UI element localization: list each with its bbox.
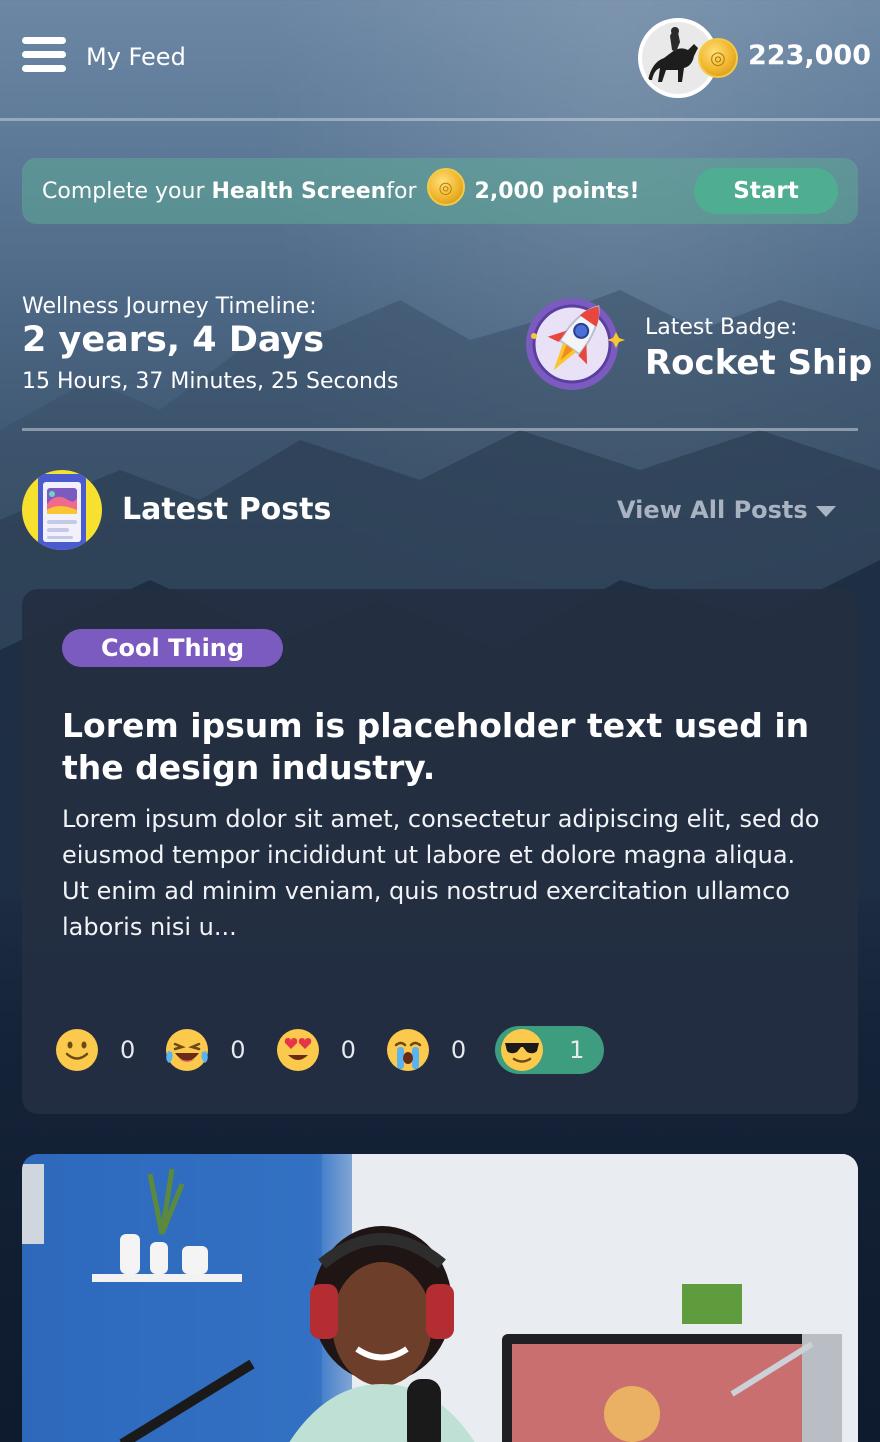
timeline-duration: 2 years, 4 Days bbox=[22, 320, 325, 360]
app-header: My Feed ◎ 223,000 bbox=[0, 0, 880, 121]
post-title[interactable]: Lorem ipsum is placeholder text used in … bbox=[62, 705, 832, 789]
post-image-card[interactable] bbox=[22, 1154, 858, 1442]
page-title: My Feed bbox=[86, 43, 186, 71]
post-card[interactable]: Cool Thing Lorem ipsum is placeholder te… bbox=[22, 589, 858, 1114]
reaction-count: 0 bbox=[340, 1036, 356, 1064]
laughing-emoji-icon bbox=[166, 1029, 209, 1071]
health-screen-banner: Complete your Health Screen for ◎ 2,000 … bbox=[22, 158, 858, 224]
reaction-crying[interactable]: 0 bbox=[385, 1027, 495, 1073]
timeline-label: Wellness Journey Timeline: bbox=[22, 294, 317, 319]
chevron-down-icon[interactable] bbox=[816, 506, 836, 517]
banner-points: 2,000 points! bbox=[474, 178, 640, 204]
reaction-bar: 0 0 0 0 1 bbox=[54, 1025, 605, 1075]
reaction-sunglasses[interactable]: 1 bbox=[495, 1026, 605, 1074]
badge-label: Latest Badge: bbox=[645, 315, 798, 340]
sunglasses-emoji-icon bbox=[501, 1029, 544, 1071]
reaction-count: 0 bbox=[450, 1036, 467, 1064]
reaction-laughing[interactable]: 0 bbox=[164, 1027, 274, 1073]
reaction-count: 0 bbox=[230, 1036, 246, 1064]
latest-posts-heading: Latest Posts bbox=[122, 492, 332, 527]
reaction-heart-eyes[interactable]: 0 bbox=[275, 1027, 385, 1073]
post-tag: Cool Thing bbox=[62, 629, 283, 667]
coin-icon: ◎ bbox=[426, 168, 465, 206]
crying-emoji-icon bbox=[386, 1029, 429, 1071]
banner-text: Complete your Health Screen for ◎ 2,000 … bbox=[42, 168, 640, 206]
timeline-detail: 15 Hours, 37 Minutes, 25 Seconds bbox=[22, 369, 399, 394]
post-excerpt: Lorem ipsum dolor sit amet, consectetur … bbox=[62, 805, 820, 941]
reaction-count: 1 bbox=[569, 1036, 585, 1064]
header-divider bbox=[0, 118, 880, 121]
points-total: 223,000 bbox=[748, 40, 871, 71]
banner-prefix: Complete your bbox=[42, 178, 205, 204]
badge-name: Rocket Ship bbox=[645, 343, 873, 383]
section-divider bbox=[22, 428, 858, 431]
menu-icon[interactable] bbox=[22, 37, 66, 75]
phone-feed-icon bbox=[22, 470, 102, 550]
smile-emoji-icon bbox=[56, 1029, 98, 1071]
reaction-smile[interactable]: 0 bbox=[54, 1027, 164, 1073]
rocket-ship-badge-icon[interactable] bbox=[520, 292, 628, 400]
banner-highlight: Health Screen bbox=[211, 178, 387, 204]
coin-icon: ◎ bbox=[698, 38, 738, 78]
heart-eyes-emoji-icon bbox=[276, 1029, 319, 1071]
view-all-posts-link[interactable]: View All Posts bbox=[617, 496, 808, 524]
start-button[interactable]: Start bbox=[694, 168, 838, 214]
banner-middle: for bbox=[386, 178, 417, 204]
reaction-count: 0 bbox=[120, 1036, 136, 1064]
podcaster-photo bbox=[22, 1154, 858, 1442]
